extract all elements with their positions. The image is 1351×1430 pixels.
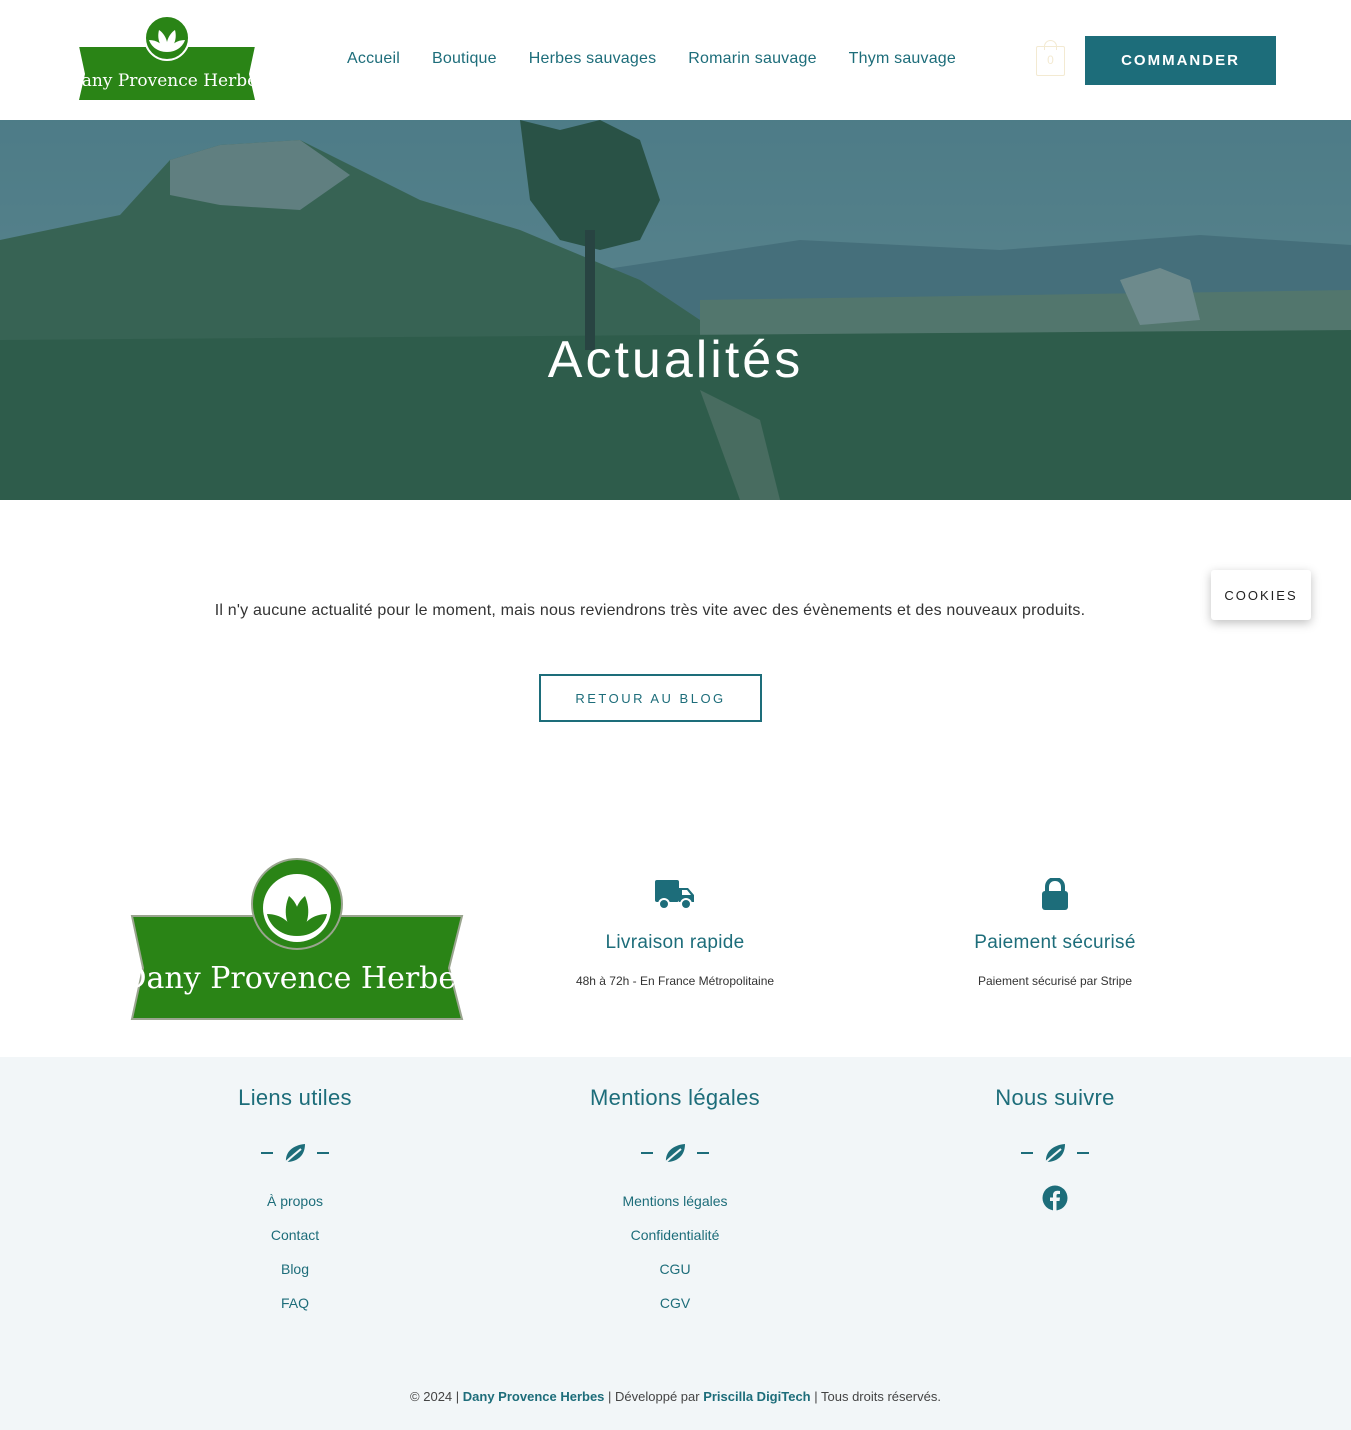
- leaf-icon: [284, 1144, 305, 1164]
- cart-count: 0: [1047, 53, 1054, 67]
- svg-text:Dany Provence Herbes: Dany Provence Herbes: [129, 961, 465, 996]
- nav-accueil[interactable]: Accueil: [347, 50, 400, 68]
- hero-overlay: [0, 120, 1351, 500]
- footer-link-cgv[interactable]: CGV: [660, 1295, 690, 1311]
- hero-banner: Actualités: [0, 120, 1351, 500]
- main-nav: Accueil Boutique Herbes sauvages Romarin…: [347, 50, 956, 68]
- footer-link-a-propos[interactable]: À propos: [267, 1193, 323, 1209]
- leaf-icon: [1044, 1144, 1065, 1164]
- page-title: Actualités: [547, 331, 804, 389]
- cart-button[interactable]: 0: [1036, 40, 1065, 76]
- leaf-divider: [145, 1141, 445, 1165]
- follow-title: Nous suivre: [995, 1085, 1115, 1110]
- nav-herbes-sauvages[interactable]: Herbes sauvages: [529, 50, 657, 68]
- useful-links-title: Liens utiles: [238, 1085, 352, 1110]
- truck-icon: [655, 880, 694, 910]
- leaf-divider: [905, 1141, 1205, 1165]
- footer-logo: Dany Provence Herbes: [129, 858, 465, 1020]
- footer-link-faq[interactable]: FAQ: [281, 1295, 309, 1311]
- empty-news-message: Il n'y aucune actualité pour le moment, …: [214, 602, 1086, 619]
- svg-text:Dany Provence Herbes: Dany Provence Herbes: [77, 71, 257, 91]
- legal-links-title: Mentions légales: [590, 1085, 760, 1110]
- footer-link-contact[interactable]: Contact: [271, 1227, 319, 1243]
- leaf-divider: [525, 1141, 825, 1165]
- feature-delivery: Livraison rapide 48h à 72h - En France M…: [525, 878, 825, 988]
- footer-legal-links: Mentions légales Mentions légales Confid…: [525, 1057, 825, 1329]
- footer-link-mentions-legales[interactable]: Mentions légales: [622, 1193, 727, 1209]
- copyright: © 2024 | Dany Provence Herbes | Développ…: [0, 1389, 1351, 1404]
- feature-payment: Paiement sécurisé Paiement sécurisé par …: [905, 878, 1205, 988]
- delivery-title: Livraison rapide: [605, 932, 745, 953]
- order-button[interactable]: COMMANDER: [1085, 36, 1276, 85]
- footer-follow: Nous suivre: [905, 1057, 1205, 1211]
- site-footer: Liens utiles À propos Contact Blog FAQ M…: [0, 1057, 1351, 1430]
- facebook-icon[interactable]: [1042, 1185, 1068, 1211]
- nav-thym-sauvage[interactable]: Thym sauvage: [849, 50, 956, 68]
- delivery-text: 48h à 72h - En France Métropolitaine: [575, 974, 775, 988]
- copyright-prefix: © 2024 |: [410, 1389, 460, 1404]
- copyright-brand-link[interactable]: Dany Provence Herbes: [463, 1389, 605, 1404]
- nav-romarin-sauvage[interactable]: Romarin sauvage: [688, 50, 816, 68]
- cookies-button[interactable]: COOKIES: [1211, 570, 1311, 620]
- nav-boutique[interactable]: Boutique: [432, 50, 497, 68]
- leaf-icon: [664, 1144, 685, 1164]
- developer-link[interactable]: Priscilla DigiTech: [703, 1389, 810, 1404]
- footer-link-blog[interactable]: Blog: [281, 1261, 309, 1277]
- site-header: Dany Provence Herbes Accueil Boutique He…: [0, 0, 1351, 120]
- copyright-middle: | Développé par: [608, 1389, 700, 1404]
- payment-text: Paiement sécurisé par Stripe: [977, 974, 1133, 988]
- footer-link-cgu[interactable]: CGU: [659, 1261, 690, 1277]
- lock-icon: [1042, 878, 1068, 910]
- back-to-blog-button[interactable]: RETOUR AU BLOG: [539, 674, 762, 722]
- footer-useful-links: Liens utiles À propos Contact Blog FAQ: [145, 1057, 445, 1329]
- payment-title: Paiement sécurisé: [974, 932, 1136, 953]
- footer-link-confidentialite[interactable]: Confidentialité: [631, 1227, 720, 1243]
- site-logo[interactable]: Dany Provence Herbes: [77, 16, 257, 104]
- copyright-suffix: | Tous droits réservés.: [814, 1389, 941, 1404]
